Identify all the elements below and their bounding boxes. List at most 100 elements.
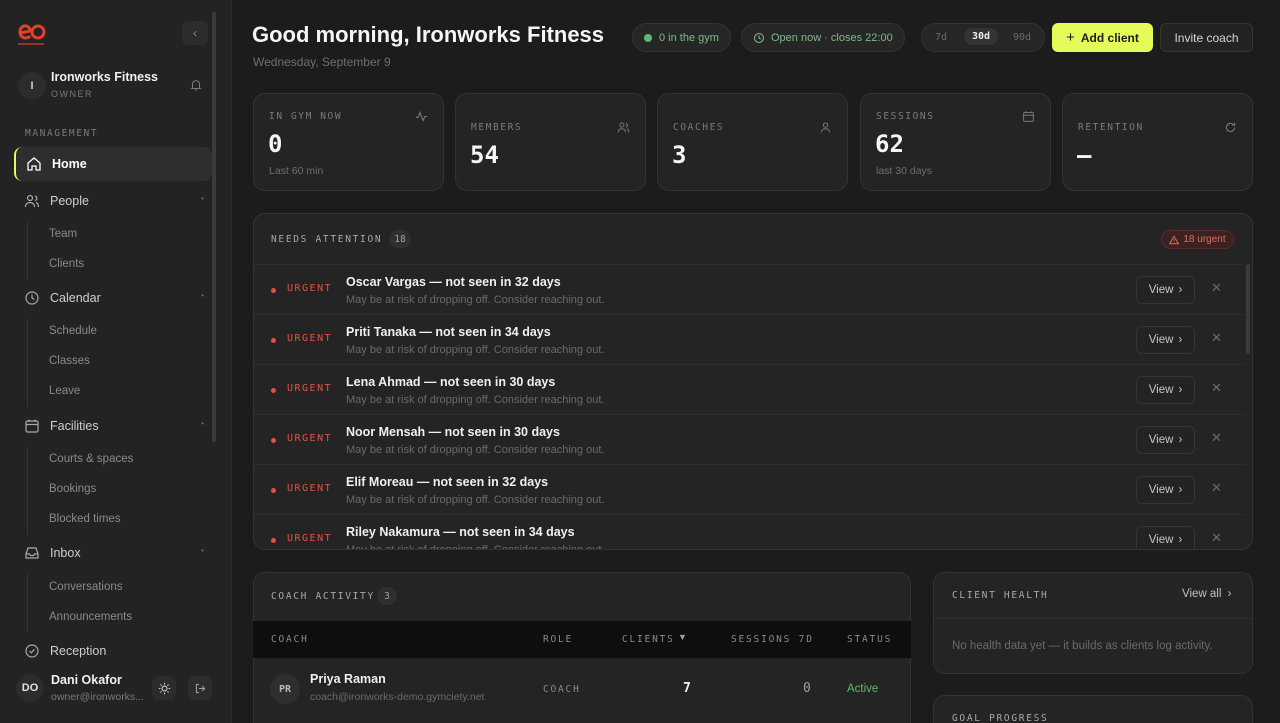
attention-item: URGENT Oscar Vargas — not seen in 32 days… xyxy=(253,264,1245,314)
chevron-right-icon: › xyxy=(1178,334,1183,346)
theme-toggle-button[interactable] xyxy=(152,676,176,700)
urgent-badge-text: 18 urgent xyxy=(1183,234,1226,245)
section-label-management: MANAGEMENT xyxy=(25,128,99,139)
column-header-role[interactable]: ROLE xyxy=(543,634,573,645)
chevron-left-icon: ‹ xyxy=(193,26,197,40)
view-button[interactable]: View › xyxy=(1136,476,1195,504)
urgent-dot-icon xyxy=(271,438,276,443)
stat-sub: last 30 days xyxy=(876,165,933,177)
nav-label: People xyxy=(50,194,89,208)
nav-conversations[interactable]: Conversations xyxy=(49,581,123,593)
range-90d[interactable]: 90d xyxy=(1013,32,1031,43)
stat-value: 3 xyxy=(672,141,687,169)
view-label: View xyxy=(1148,434,1174,446)
attention-tag: URGENT xyxy=(287,383,333,394)
attention-item: URGENT Noor Mensah — not seen in 30 days M… xyxy=(253,414,1245,464)
view-button[interactable]: View › xyxy=(1136,276,1195,304)
clock-icon xyxy=(25,291,39,305)
nav-people[interactable]: People • xyxy=(14,184,212,218)
coach-avatar: PR xyxy=(270,674,300,704)
dismiss-icon[interactable]: ✕ xyxy=(1211,380,1222,396)
subnav-line xyxy=(27,447,28,535)
dismiss-icon[interactable]: ✕ xyxy=(1211,280,1222,296)
dismiss-icon[interactable]: ✕ xyxy=(1211,330,1222,346)
attention-title: Oscar Vargas — not seen in 32 days xyxy=(346,275,561,289)
in-gym-text: 0 in the gym xyxy=(659,31,719,44)
brand-logo[interactable] xyxy=(14,18,48,48)
in-gym-pill: 0 in the gym xyxy=(632,23,731,52)
sidebar-scrollbar[interactable] xyxy=(212,12,216,442)
attention-tag: URGENT xyxy=(287,533,333,544)
nav-announcements[interactable]: Announcements xyxy=(49,611,132,623)
attention-scrollbar[interactable] xyxy=(1246,264,1250,354)
attention-tag: URGENT xyxy=(287,433,333,444)
stat-value: 54 xyxy=(470,141,499,169)
view-button[interactable]: View › xyxy=(1136,326,1195,354)
collapse-sidebar-button[interactable]: ‹ xyxy=(182,21,208,45)
nav-home[interactable]: Home xyxy=(14,147,212,181)
attention-title: Lena Ahmad — not seen in 30 days xyxy=(346,375,556,389)
add-client-button[interactable]: + Add client xyxy=(1052,23,1153,52)
user-profile[interactable]: DO Dani Okafor owner@ironworks... xyxy=(14,670,220,710)
invite-coach-button[interactable]: Invite coach xyxy=(1160,23,1253,52)
table-row[interactable] xyxy=(253,658,911,718)
column-header-status[interactable]: STATUS xyxy=(847,634,892,645)
view-label: View xyxy=(1148,334,1174,346)
nav-calendar[interactable]: Calendar • xyxy=(14,281,212,315)
user-name: Dani Okafor xyxy=(51,673,122,687)
calendar-icon xyxy=(1023,111,1034,122)
column-header-sessions[interactable]: SESSIONS 7D xyxy=(731,634,814,645)
nav-label: Calendar xyxy=(50,291,101,305)
nav-blocked-times[interactable]: Blocked times xyxy=(49,513,121,525)
nav-facilities[interactable]: Facilities • xyxy=(14,409,212,443)
coach-role: COACH xyxy=(543,684,581,695)
sun-icon xyxy=(158,682,170,694)
logout-button[interactable] xyxy=(188,676,212,700)
bell-icon[interactable] xyxy=(189,78,203,92)
column-header-clients[interactable]: CLIENTS xyxy=(622,634,675,645)
org-role: OWNER xyxy=(51,89,93,99)
stat-sub: Last 60 min xyxy=(269,165,324,177)
chevron-down-icon: • xyxy=(201,291,204,300)
view-button[interactable]: View › xyxy=(1136,426,1195,454)
urgent-dot-icon xyxy=(271,538,276,543)
needs-attention-count: 18 xyxy=(389,230,411,248)
client-health-view-all[interactable]: View all › xyxy=(1182,588,1231,600)
nav-reception[interactable]: Reception xyxy=(14,634,212,668)
view-all-label: View all xyxy=(1182,588,1222,600)
attention-desc: May be at risk of dropping off. Consider… xyxy=(346,294,605,306)
nav-team[interactable]: Team xyxy=(49,228,77,240)
live-dot-icon xyxy=(644,33,652,42)
column-header-coach[interactable]: COACH xyxy=(271,634,309,645)
nav-courts-spaces[interactable]: Courts & spaces xyxy=(49,453,133,465)
range-7d[interactable]: 7d xyxy=(935,32,947,43)
user-avatar: DO xyxy=(16,674,44,702)
nav-clients[interactable]: Clients xyxy=(49,258,84,270)
nav-bookings[interactable]: Bookings xyxy=(49,483,96,495)
nav-leave[interactable]: Leave xyxy=(49,385,80,397)
stat-card-coaches: COACHES 3 xyxy=(657,93,848,191)
nav-inbox[interactable]: Inbox • xyxy=(14,536,212,570)
attention-desc: May be at risk of dropping off. Consider… xyxy=(346,394,605,406)
stat-value: 0 xyxy=(268,130,283,158)
dismiss-icon[interactable]: ✕ xyxy=(1211,430,1222,446)
range-30d[interactable]: 30d xyxy=(964,28,999,45)
nav-classes[interactable]: Classes xyxy=(49,355,90,367)
dismiss-icon[interactable]: ✕ xyxy=(1211,480,1222,496)
view-button[interactable]: View › xyxy=(1136,376,1195,404)
subnav-line xyxy=(27,222,28,280)
dismiss-icon[interactable]: ✕ xyxy=(1211,530,1222,546)
subnav-line xyxy=(27,574,28,632)
stat-card-in-gym: IN GYM NOW 0 Last 60 min xyxy=(253,93,444,191)
org-switcher[interactable]: I Ironworks Fitness OWNER xyxy=(16,70,212,104)
nav-schedule[interactable]: Schedule xyxy=(49,325,97,337)
open-status-text: Open now · closes 22:00 xyxy=(771,31,893,44)
view-label: View xyxy=(1148,534,1174,546)
coach-activity-count: 3 xyxy=(377,587,397,605)
urgent-dot-icon xyxy=(271,338,276,343)
view-button[interactable]: View › xyxy=(1136,526,1195,549)
coach-activity-title: COACH ACTIVITY xyxy=(271,591,375,602)
add-client-label: Add client xyxy=(1080,30,1139,45)
attention-title: Elif Moreau — not seen in 32 days xyxy=(346,475,549,489)
stat-label: SESSIONS xyxy=(876,111,935,122)
